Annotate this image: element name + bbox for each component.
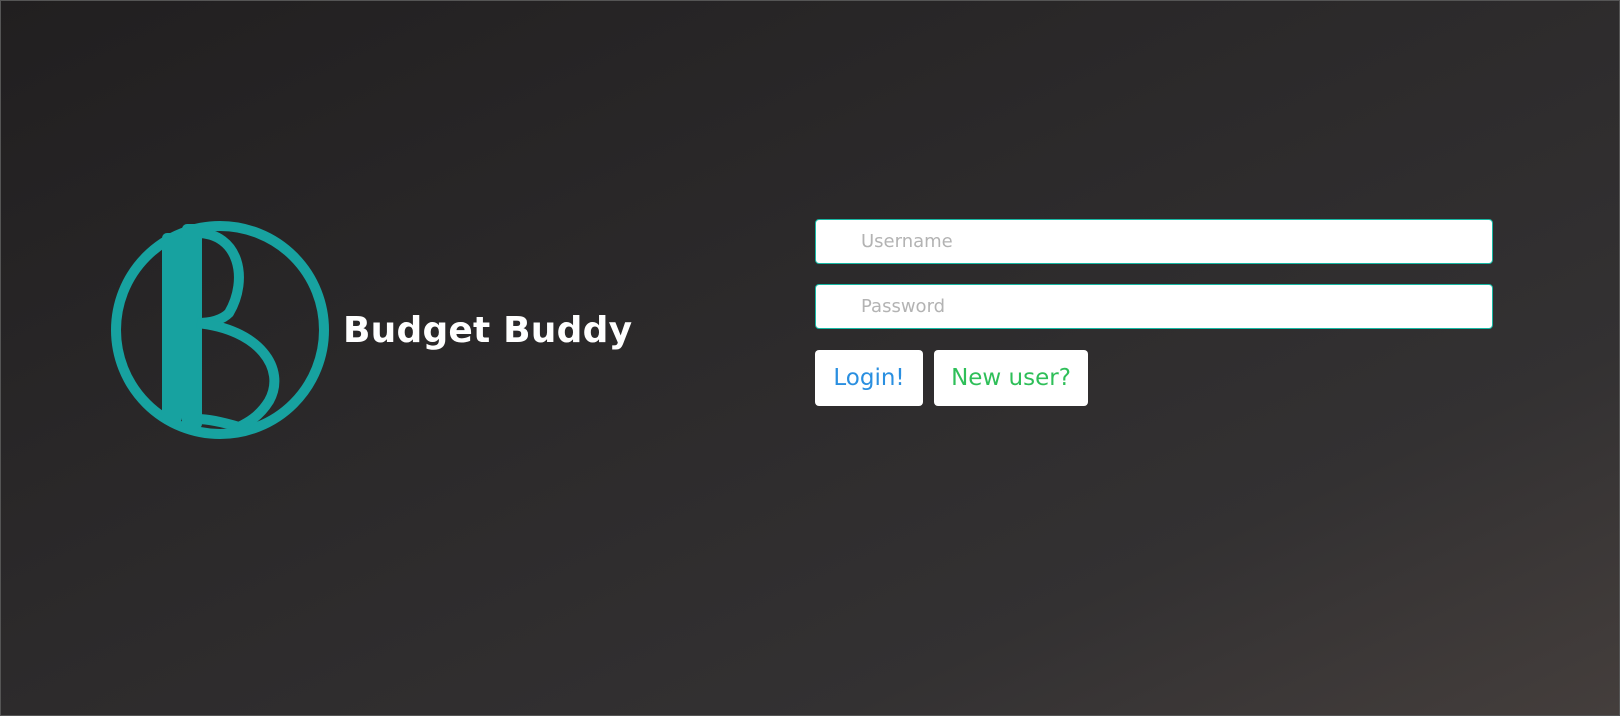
- password-input[interactable]: [815, 284, 1493, 329]
- new-user-button[interactable]: New user?: [934, 350, 1088, 406]
- budget-buddy-logo-icon: [111, 221, 329, 439]
- brand: Budget Buddy: [109, 219, 632, 441]
- app-title: Budget Buddy: [343, 309, 633, 351]
- username-input[interactable]: [815, 219, 1493, 264]
- button-row: Login! New user?: [815, 350, 1493, 406]
- login-button[interactable]: Login!: [815, 350, 923, 406]
- login-form: Login! New user?: [815, 219, 1493, 406]
